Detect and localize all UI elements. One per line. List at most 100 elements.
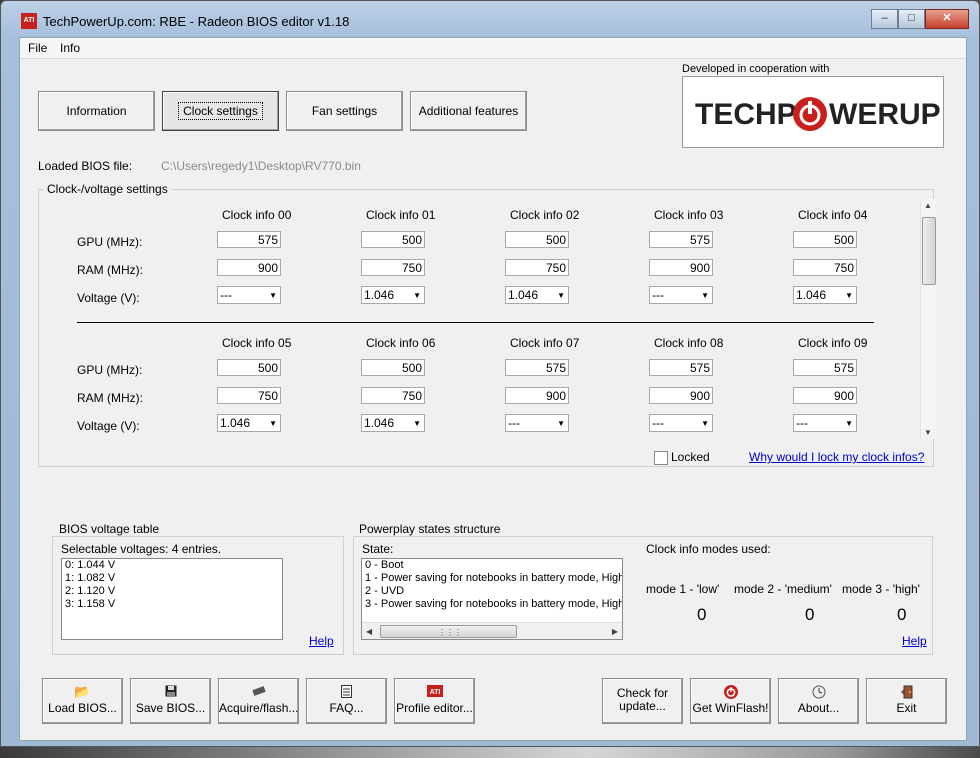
profile-editor-button[interactable]: ATI Profile editor... [394,678,475,724]
mode-1-label: mode 1 - 'low' [646,582,720,596]
voltage-select[interactable]: 1.046 ▼ [361,414,425,432]
techpowerup-logo[interactable]: TECHP WERUP [682,76,944,148]
exit-button[interactable]: Exit [866,678,947,724]
maximize-button[interactable]: □ [898,9,925,29]
close-window-button[interactable]: ✕ [925,9,969,29]
powerplay-state-list[interactable]: 0 - Boot 1 - Power saving for notebooks … [361,558,623,640]
voltage-select[interactable]: 1.046 ▼ [505,286,569,304]
list-item[interactable]: 1: 1.082 V [62,572,282,585]
scroll-down-icon[interactable]: ▼ [924,428,932,437]
gpu-clock-input[interactable]: 500 [361,231,425,248]
mode-1-count: 0 [697,605,707,624]
button-label: FAQ... [329,701,364,715]
voltage-help-link[interactable]: Help [309,634,334,648]
tab-clock-settings[interactable]: Clock settings [162,91,279,131]
voltage-select[interactable]: --- ▼ [505,414,569,432]
list-item[interactable]: 0: 1.044 V [62,559,282,572]
ram-clock-input[interactable]: 900 [649,387,713,404]
save-bios-button[interactable]: Save BIOS... [130,678,211,724]
gpu-clock-input[interactable]: 575 [793,359,857,376]
ram-clock-input[interactable]: 900 [649,259,713,276]
tab-fan-settings[interactable]: Fan settings [286,91,403,131]
check-for-update-button[interactable]: Check for update... [602,678,683,724]
voltage-select-value: 1.046 [364,416,395,430]
tab-additional-features[interactable]: Additional features [410,91,527,131]
menu-info[interactable]: Info [60,41,80,55]
why-lock-link[interactable]: Why would I lock my clock infos? [749,450,924,464]
about-button[interactable]: About... [778,678,859,724]
ram-clock-input[interactable]: 750 [505,259,569,276]
menu-file[interactable]: File [28,41,47,55]
techpowerup-logo-graphic: TECHP WERUP [695,97,941,131]
logo-caption: Developed in cooperation with [682,63,830,75]
ram-clock-input[interactable]: 900 [793,387,857,404]
scroll-left-icon[interactable]: ◀ [366,625,372,638]
chevron-down-icon: ▼ [557,291,565,300]
list-item[interactable]: 2 - UVD [362,585,622,598]
powerplay-help-link[interactable]: Help [902,634,927,648]
faq-button[interactable]: FAQ... [306,678,387,724]
button-label: Load BIOS... [48,701,117,715]
acquire-flash-button[interactable]: Acquire/flash... [218,678,299,724]
power-icon [793,97,827,131]
voltage-select-value: 1.046 [796,288,827,302]
get-winflash-button[interactable]: Get WinFlash! [690,678,771,724]
scroll-thumb[interactable]: ⋮⋮⋮ [380,625,517,638]
document-icon [307,685,386,699]
voltage-select[interactable]: 1.046 ▼ [793,286,857,304]
chevron-down-icon: ▼ [413,419,421,428]
gpu-clock-input[interactable]: 500 [361,359,425,376]
ram-clock-input[interactable]: 900 [217,259,281,276]
list-item[interactable]: 2: 1.120 V [62,585,282,598]
chevron-down-icon: ▼ [701,419,709,428]
voltage-select[interactable]: --- ▼ [649,286,713,304]
open-folder-icon: 📂 [74,684,91,699]
gpu-clock-input[interactable]: 500 [217,359,281,376]
tab-label: Additional features [418,104,519,118]
voltage-select[interactable]: --- ▼ [649,414,713,432]
title-bar[interactable]: ATI TechPowerUp.com: RBE - Radeon BIOS e… [1,1,979,37]
state-label: State: [362,542,394,556]
voltage-select-value: --- [652,416,664,430]
list-item[interactable]: 3: 1.158 V [62,598,282,611]
voltage-select-value: --- [220,288,232,302]
client-area: File Info Information Clock settings Fan… [19,37,967,741]
gpu-clock-input[interactable]: 575 [217,231,281,248]
ram-clock-input[interactable]: 750 [217,387,281,404]
logo-text-right: WERUP [829,98,941,131]
gpu-clock-input[interactable]: 575 [649,231,713,248]
window-title: TechPowerUp.com: RBE - Radeon BIOS edito… [43,14,350,29]
mode-3-label: mode 3 - 'high' [842,582,920,596]
ram-clock-input[interactable]: 900 [505,387,569,404]
gpu-clock-input[interactable]: 575 [649,359,713,376]
list-item[interactable]: 0 - Boot [362,559,622,572]
tab-information[interactable]: Information [38,91,155,131]
voltage-select[interactable]: 1.046 ▼ [217,414,281,432]
voltage-select[interactable]: 1.046 ▼ [361,286,425,304]
gpu-clock-input[interactable]: 575 [505,359,569,376]
mode-2-count: 0 [805,605,815,624]
state-horizontal-scrollbar[interactable]: ◀ ⋮⋮⋮ ▶ [362,622,622,639]
voltage-list[interactable]: 0: 1.044 V 1: 1.082 V 2: 1.120 V 3: 1.15… [61,558,283,640]
list-item[interactable]: 3 - Power saving for notebooks in batter… [362,598,622,611]
ram-row-label: RAM (MHz): [77,263,143,277]
scroll-right-icon[interactable]: ▶ [612,625,618,638]
ram-clock-input[interactable]: 750 [361,259,425,276]
ram-clock-input[interactable]: 750 [793,259,857,276]
scroll-thumb[interactable] [922,217,936,285]
voltage-select[interactable]: --- ▼ [217,286,281,304]
menu-bar: File Info [20,38,966,59]
gpu-clock-input[interactable]: 500 [793,231,857,248]
minimize-button[interactable]: – [871,9,898,29]
voltage-select-value: 1.046 [364,288,395,302]
voltage-row-label: Voltage (V): [77,419,140,433]
gpu-clock-input[interactable]: 500 [505,231,569,248]
locked-checkbox[interactable] [654,451,668,465]
voltage-select[interactable]: --- ▼ [793,414,857,432]
ram-clock-input[interactable]: 750 [361,387,425,404]
clock-info-header: Clock info 03 [654,208,724,222]
clock-vertical-scrollbar[interactable]: ▲ ▼ [920,199,936,439]
load-bios-button[interactable]: 📂 Load BIOS... [42,678,123,724]
scroll-up-icon[interactable]: ▲ [924,201,932,210]
list-item[interactable]: 1 - Power saving for notebooks in batter… [362,572,622,585]
